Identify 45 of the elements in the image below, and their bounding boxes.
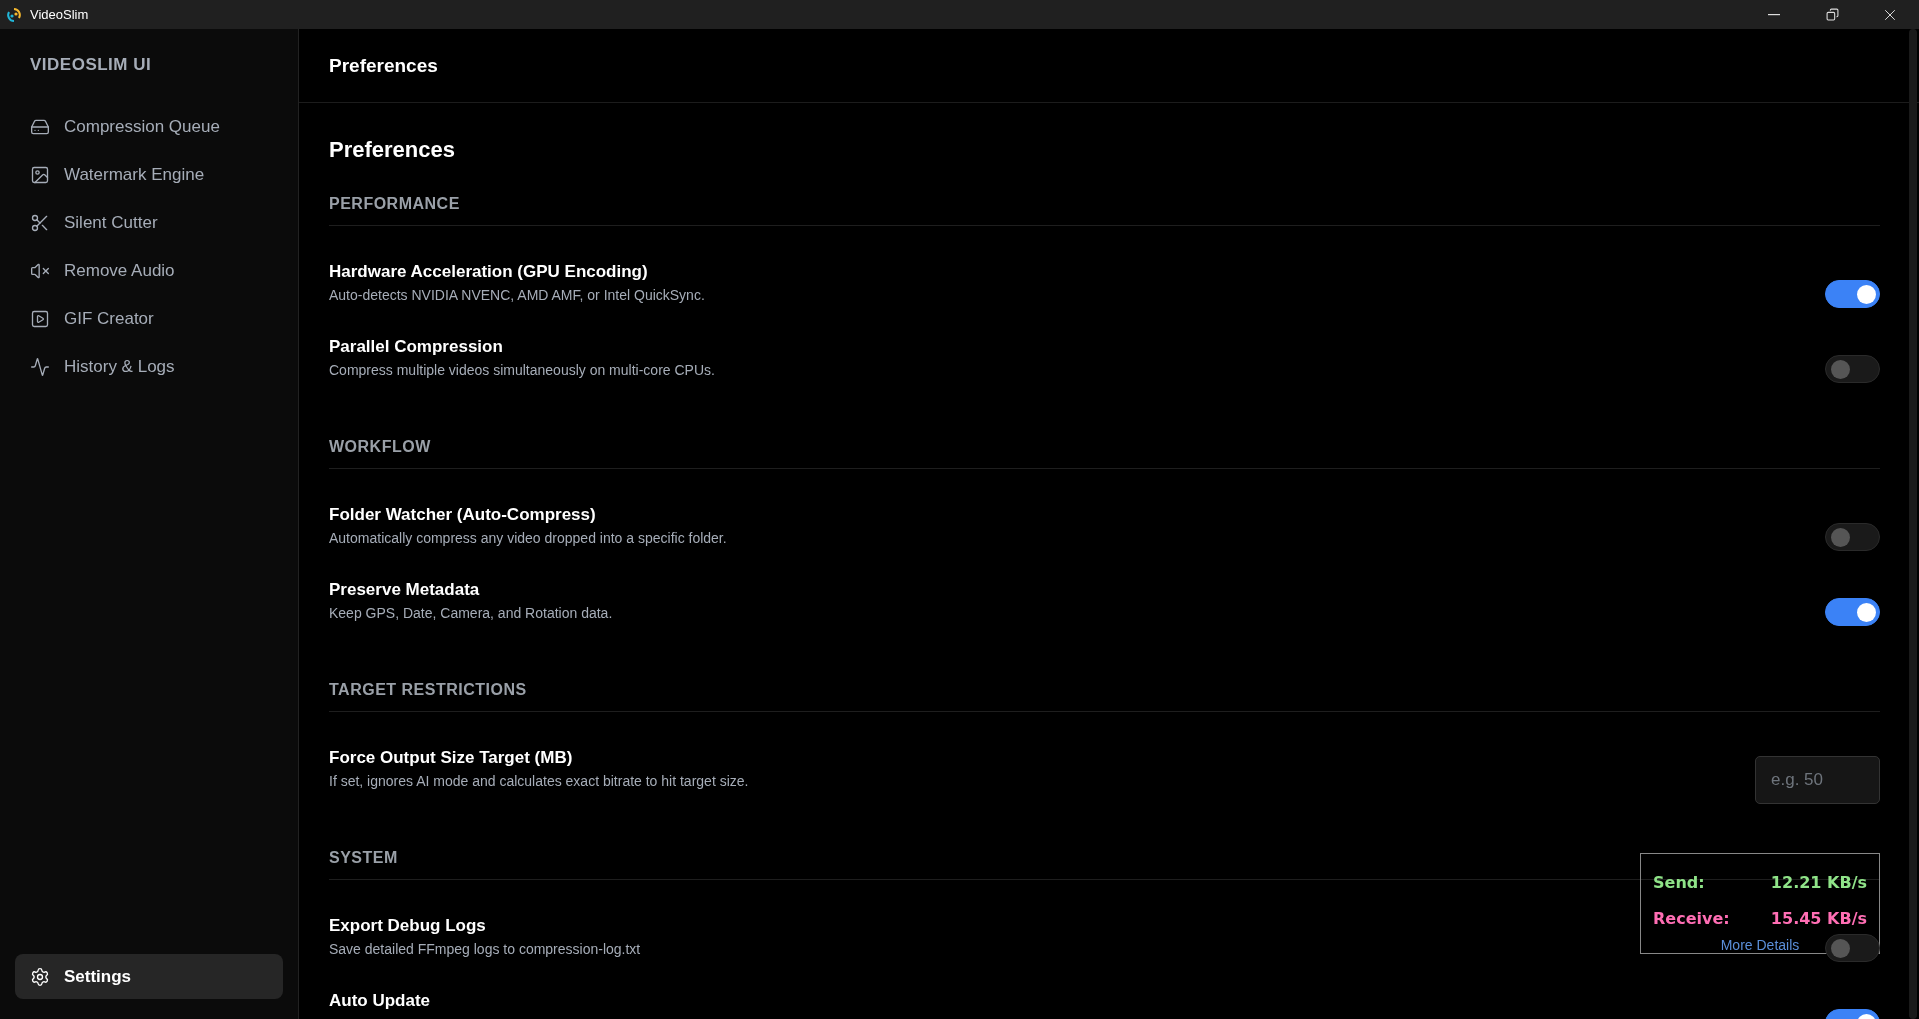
sidebar-item[interactable]: GIF Creator [15, 296, 283, 341]
sidebar-item[interactable]: Remove Audio [15, 248, 283, 293]
scrollbar[interactable] [1909, 29, 1917, 1019]
toggle-switch[interactable] [1825, 522, 1880, 551]
section-heading: TARGET RESTRICTIONS [329, 655, 1880, 712]
setting-description: Compress multiple videos simultaneously on multi-core CPUs. [329, 362, 715, 378]
setting-title: Export Debug Logs [329, 916, 487, 936]
receive-value: 15.45 KB/s [1770, 909, 1867, 929]
input-field[interactable]: e.g. 50 [1755, 755, 1880, 804]
setting-title: Parallel Compression [329, 337, 504, 357]
setting-description: Auto-detects NVIDIA NVENC, AMD AMF, or Intel QuickSync. [329, 287, 705, 303]
setting-description: Keep GPS, Date, Camera, and Rotation data. [329, 605, 613, 621]
image-icon [30, 164, 50, 185]
section-heading: PERFORMANCE [329, 169, 1880, 226]
play-icon [30, 308, 50, 329]
window-title: VideoSlim [30, 7, 89, 22]
setting-title: Preserve Metadata [329, 580, 481, 600]
restore-icon [1825, 8, 1839, 21]
app-logo-icon [6, 6, 22, 23]
setting-title: Auto Update [329, 991, 431, 1011]
pulse-icon [30, 356, 50, 377]
section-heading: WORKFLOW [329, 412, 1880, 469]
settings-icon [30, 966, 50, 987]
sidebar-item[interactable]: Settings [15, 954, 283, 999]
setting-description: Save detailed FFmpeg logs to compression-log.txt [329, 941, 641, 957]
setting-description: Automatically compress any video dropped into a specific folder. [329, 530, 727, 546]
setting-title: Folder Watcher (Auto-Compress) [329, 505, 597, 525]
more-details-link[interactable]: More Details [1720, 937, 1800, 953]
setting-title: Force Output Size Target (MB) [329, 748, 574, 768]
toggle-switch[interactable] [1825, 354, 1880, 383]
setting-title: Hardware Acceleration (GPU Encoding) [329, 262, 649, 282]
toggle-switch[interactable] [1825, 279, 1880, 308]
sidebar-item[interactable]: Watermark Engine [15, 152, 283, 197]
brand-title: VIDEOSLIM UI [29, 54, 153, 76]
toggle-switch[interactable] [1825, 933, 1880, 962]
sidebar-item[interactable]: Silent Cutter [15, 200, 283, 245]
sidebar-item[interactable]: History & Logs [15, 344, 283, 389]
receive-label: Receive: [1653, 909, 1730, 929]
scissors-icon [30, 212, 50, 233]
sidebar-item[interactable]: Compression Queue [15, 104, 283, 149]
toggle-switch[interactable] [1825, 597, 1880, 626]
setting-description: If set, ignores AI mode and calculates exact bitrate to hit target size. [329, 773, 749, 789]
minimize-icon [1768, 13, 1780, 16]
header-title: Preferences [329, 54, 438, 77]
page-title: Preferences [329, 137, 456, 163]
